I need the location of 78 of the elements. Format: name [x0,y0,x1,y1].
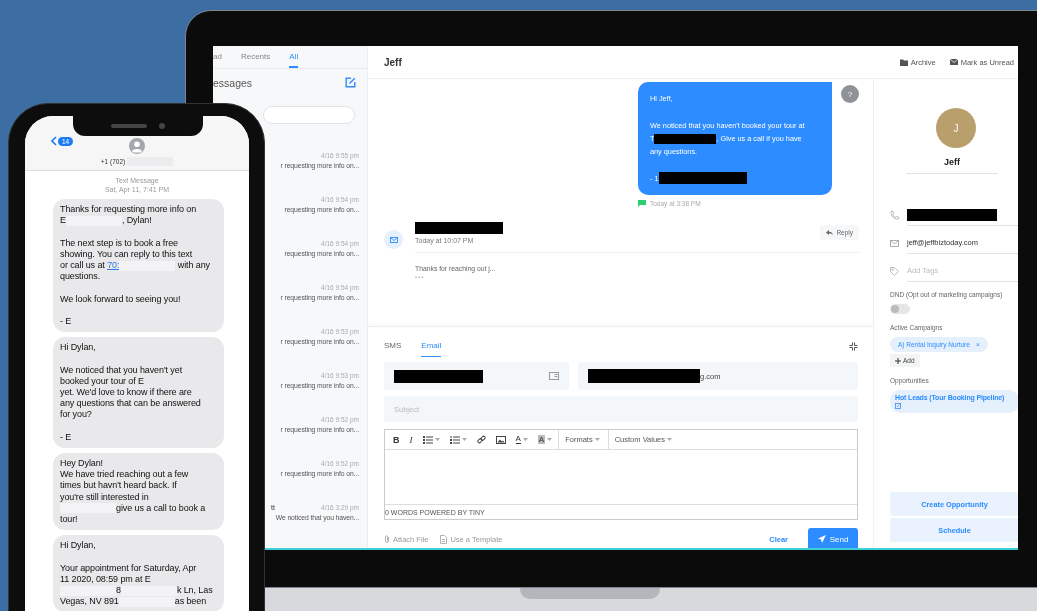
person-avatar-icon [129,138,145,154]
compose-tab[interactable]: Email [421,335,442,357]
message-text: 11 2020, 08:59 pm at E [60,573,151,585]
message-text: We look forward to seeing you! [60,293,181,305]
caret-icon [434,438,440,441]
phone-icon [890,210,899,220]
message-text: give us a call to book a [116,502,206,514]
numbered-list-icon [449,435,460,444]
message-text: you're still interested in [60,491,149,503]
caret-icon [667,438,672,441]
redaction-bar [654,133,717,144]
contact-name: Jeff [906,157,998,174]
message-text: The next step is to book a free [60,237,178,249]
message-text: with any [176,260,210,272]
message-text: yet. We'd love to know if there are [60,387,192,399]
caret-icon [547,438,553,441]
send-icon [817,535,826,543]
toolbar-button[interactable]: B [389,430,404,449]
toolbar-button[interactable]: I [405,430,417,449]
message-text: for you? [60,409,92,421]
conversation-title: Jeff [384,56,402,68]
message-text: Hi Dylan, [60,540,96,552]
list-tab[interactable]: All [289,46,299,68]
mail-icon [389,236,398,243]
dnd-toggle[interactable] [890,304,910,314]
message-text: Thanks for requesting more info on [60,204,197,216]
message-text: Hi Dylan, [60,342,96,354]
bullet-list-icon [422,435,433,444]
message-text: questions. [60,271,101,283]
message-text: We have tried reaching out a few [60,469,189,481]
message-text: 8 [116,585,121,597]
tag-icon [890,266,899,276]
caret-icon [522,438,528,441]
image-icon [495,435,506,444]
panel-title: essages [213,76,253,89]
phone-link[interactable]: 70: [107,260,120,272]
reply-icon [826,230,834,236]
toolbar-button[interactable]: A [533,430,557,449]
from-field[interactable] [384,362,569,390]
list-tab[interactable]: ad [213,46,222,68]
message-text: tour! [60,514,78,526]
chevron-left-icon [51,136,57,146]
message-text: Vegas, NV 891 [60,596,119,608]
message-text: showing. You can reply to this text [60,248,193,260]
message-text: times but havn't heard back. If [60,480,177,492]
document-icon [440,534,448,544]
link-icon [476,435,486,444]
message-text: - E [60,316,72,328]
list-tab[interactable]: Recents [240,46,271,68]
mail-icon [949,59,958,65]
collapse-icon [849,341,858,351]
toolbar-button[interactable]: A [511,430,532,449]
external-link-icon [895,403,901,409]
send-button[interactable]: Send [808,528,858,548]
avatar-circle: ? [841,85,859,103]
message-text: - E [60,431,72,443]
message-text: k Ln, Las [176,585,213,597]
message-text: as been [174,596,207,608]
message-text: or call us at [60,260,106,272]
compose-tab[interactable]: SMS [384,335,402,357]
chat-icon [638,200,646,208]
message-text: Your appointment for Saturday, Apr [60,562,197,574]
message-text: E [60,215,66,227]
message-text: Hey Dylan! [60,458,104,470]
caret-icon [461,438,467,441]
folder-icon [899,58,908,66]
caret-icon [594,438,600,441]
message-text: , Dylan! [121,215,152,227]
search-field[interactable] [263,106,355,124]
message-text: booked your tour of E [60,375,144,387]
plus-icon [895,357,901,364]
mail-icon [890,239,899,247]
paperclip-icon [384,535,390,543]
compose-icon [345,77,356,89]
contact-avatar: J [936,108,976,148]
contact-card-icon [549,372,559,380]
message-text: We noticed that you haven't yet [60,364,183,376]
message-text: any questions that can be answered [60,398,201,410]
